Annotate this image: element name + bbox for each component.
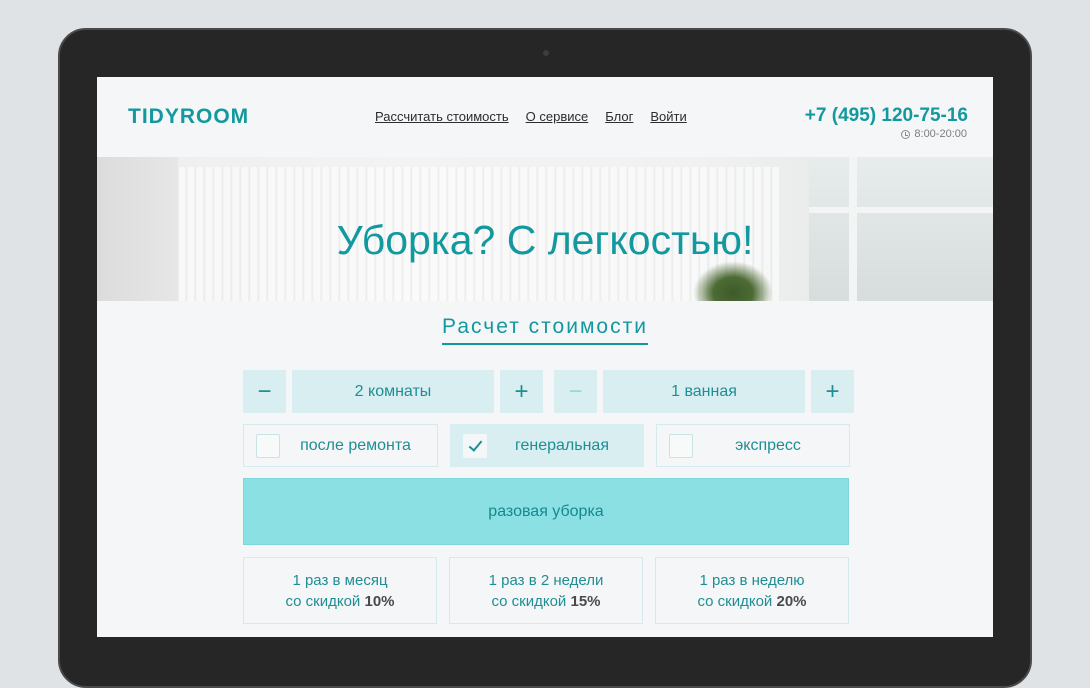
option-after-renovation[interactable]: после ремонта <box>243 424 438 467</box>
plan-monthly[interactable]: 1 раз в месяц со скидкой 10% <box>243 557 437 624</box>
checkbox-after-renovation[interactable] <box>256 434 280 458</box>
hero-background-plant <box>693 261 773 301</box>
plan-biweekly[interactable]: 1 раз в 2 недели со скидкой 15% <box>449 557 643 624</box>
clock-icon <box>901 129 911 139</box>
option-general[interactable]: генеральная <box>450 424 644 467</box>
working-hours: 8:00-20:00 <box>901 128 967 140</box>
checkbox-general[interactable] <box>463 434 487 458</box>
phone-number[interactable]: +7 (495) 120-75-16 <box>805 105 968 127</box>
plan-discount-line: со скидкой 20% <box>697 593 806 610</box>
plan-discount-label: со скидкой <box>285 592 361 610</box>
plan-discount-value: 15% <box>570 592 601 610</box>
checkbox-express[interactable] <box>669 434 693 458</box>
webcam <box>543 50 549 56</box>
options-row: после ремонта генеральная экспресс <box>243 424 850 467</box>
working-hours-text: 8:00-20:00 <box>914 128 967 140</box>
calculator-title: Расчет стоимости <box>97 315 993 345</box>
nav-link-blog[interactable]: Блог <box>605 109 633 124</box>
plan-weekly[interactable]: 1 раз в неделю со скидкой 20% <box>655 557 849 624</box>
bathrooms-value: 1 ванная <box>603 370 805 413</box>
calculator-title-text: Расчет стоимости <box>442 315 648 345</box>
option-express[interactable]: экспресс <box>656 424 850 467</box>
one-time-cleaning-button[interactable]: разовая уборка <box>243 478 849 545</box>
browser-viewport: TIDYROOM Рассчитать стоимость О сервисе … <box>97 77 993 637</box>
hero-banner: Уборка? С легкостью! <box>97 157 993 301</box>
hero-title: Уборка? С легкостью! <box>336 217 754 263</box>
bathrooms-minus-button[interactable]: − <box>554 370 597 413</box>
rooms-plus-button[interactable]: + <box>500 370 543 413</box>
plan-discount-label: со скидкой <box>697 592 773 610</box>
bathrooms-plus-button[interactable]: + <box>811 370 854 413</box>
plan-frequency: 1 раз в 2 недели <box>488 571 604 589</box>
nav-link-login[interactable]: Войти <box>650 109 686 124</box>
nav-link-about[interactable]: О сервисе <box>526 109 589 124</box>
plan-discount-value: 10% <box>364 592 395 610</box>
plan-frequency: 1 раз в неделю <box>699 571 805 589</box>
nav-link-calculate[interactable]: Рассчитать стоимость <box>375 109 509 124</box>
plan-discount-line: со скидкой 15% <box>491 593 600 610</box>
plan-discount-label: со скидкой <box>491 592 567 610</box>
plans-row: 1 раз в месяц со скидкой 10% 1 раз в 2 н… <box>243 557 849 624</box>
plan-discount-value: 20% <box>776 592 807 610</box>
stepper-row: − 2 комнаты + − 1 ванная + <box>243 370 854 413</box>
site-header: TIDYROOM Рассчитать стоимость О сервисе … <box>97 77 993 157</box>
logo[interactable]: TIDYROOM <box>128 105 249 129</box>
main-nav: Рассчитать стоимость О сервисе Блог Войт… <box>375 109 687 124</box>
plan-discount-line: со скидкой 10% <box>285 593 394 610</box>
rooms-minus-button[interactable]: − <box>243 370 286 413</box>
plan-frequency: 1 раз в месяц <box>292 571 388 589</box>
rooms-value: 2 комнаты <box>292 370 494 413</box>
